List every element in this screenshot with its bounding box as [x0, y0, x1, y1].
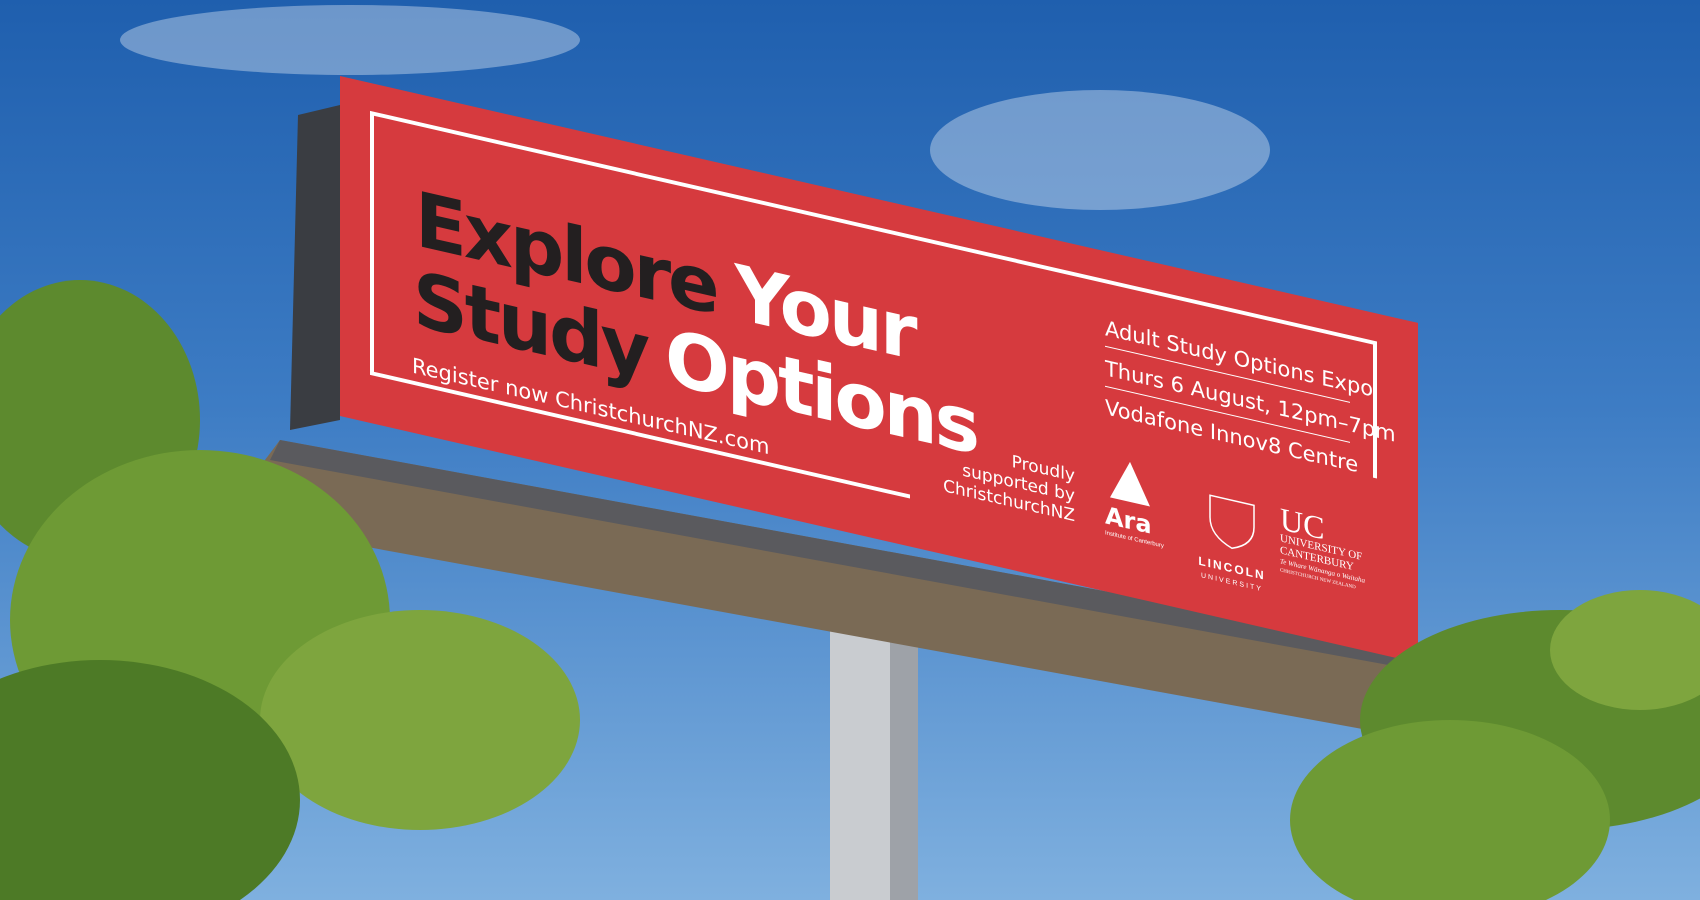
cloud — [930, 90, 1270, 210]
cloud — [120, 5, 580, 75]
billboard-back — [290, 105, 340, 430]
billboard-scene: Explore Your Study Options Register now Ch… — [0, 5, 1700, 900]
